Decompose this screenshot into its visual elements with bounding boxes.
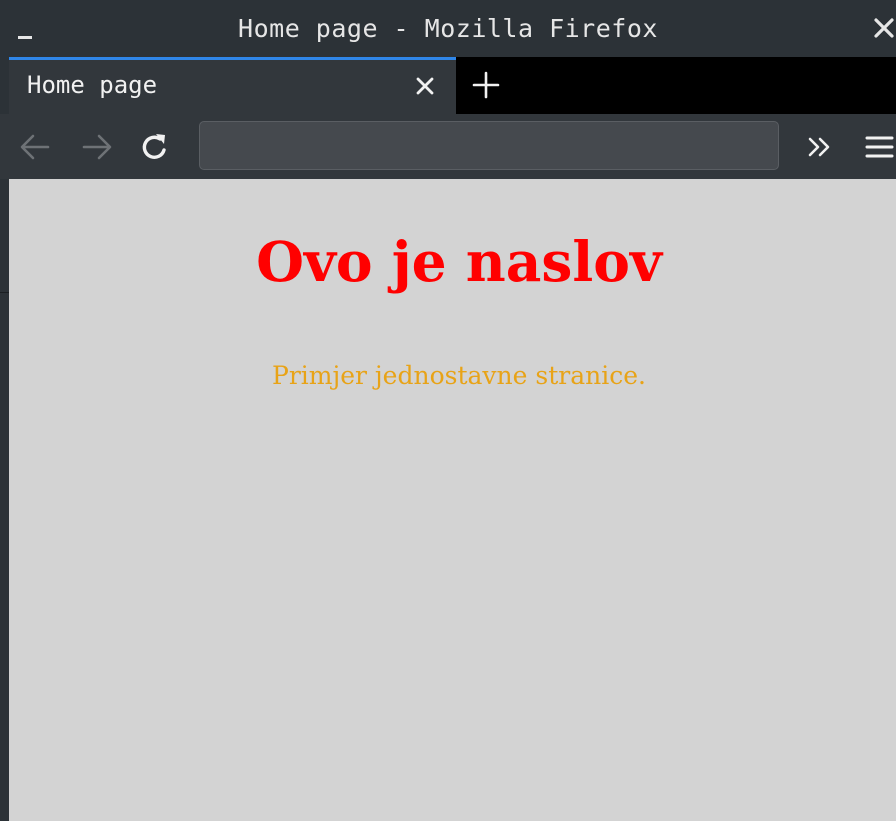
title-bar[interactable]: Home page - Mozilla Firefox (0, 0, 896, 57)
hamburger-menu-icon[interactable] (862, 130, 896, 164)
tab-home-page[interactable]: Home page (9, 57, 456, 114)
tab-label: Home page (27, 71, 158, 99)
window-title: Home page - Mozilla Firefox (238, 14, 658, 43)
arrow-right-icon[interactable] (80, 130, 114, 164)
reload-icon[interactable] (138, 130, 172, 164)
navigation-toolbar (0, 114, 896, 293)
tab-strip: Home page (0, 57, 896, 114)
page-viewport: Ovo je naslov Primjer jednostavne strani… (9, 179, 896, 821)
active-tab-indicator (9, 57, 456, 60)
tab-close-icon[interactable] (413, 74, 437, 98)
new-tab-plus-icon[interactable] (470, 69, 502, 101)
chevron-double-right-icon[interactable] (804, 130, 836, 164)
address-bar-input[interactable] (199, 121, 779, 170)
page-heading: Ovo je naslov (256, 229, 662, 294)
close-icon[interactable] (872, 12, 896, 44)
page-paragraph: Primjer jednostavne stranice. (272, 361, 646, 390)
browser-window: Home page - Mozilla Firefox Home page Ov… (0, 0, 896, 821)
arrow-left-icon[interactable] (18, 130, 52, 164)
